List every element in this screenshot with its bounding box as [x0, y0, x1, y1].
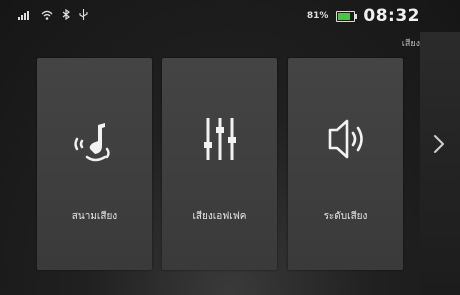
status-icons: [18, 8, 88, 23]
usb-icon: [79, 9, 88, 23]
wifi-icon: [41, 10, 53, 23]
speaker-icon: [288, 113, 403, 168]
menu-item-label: สนามเสียง: [71, 211, 118, 222]
battery-fill: [338, 12, 351, 20]
bluetooth-icon: [62, 8, 71, 23]
menu-item-volume[interactable]: ระดับเสียง: [288, 58, 403, 270]
sound-field-icon: [37, 113, 152, 168]
signal-icon: [18, 10, 32, 23]
battery-icon: [336, 10, 358, 22]
status-right: 81% 08:32: [307, 6, 420, 26]
menu-item-sound-effect[interactable]: เสียงเอฟเฟค: [162, 58, 277, 270]
screen-title: เสียง: [401, 39, 420, 49]
menu-item-label: เสียงเอฟเฟค: [192, 211, 247, 222]
battery-percent: 81%: [306, 11, 329, 21]
equalizer-icon: [162, 113, 277, 168]
status-bar: 81% 08:32: [0, 0, 460, 32]
menu-item-sound-field[interactable]: สนามเสียง: [37, 58, 152, 270]
menu-item-label: ระดับเสียง: [323, 211, 368, 222]
next-page-panel: [420, 32, 460, 295]
chevron-right-icon[interactable]: [432, 133, 446, 155]
clock: 08:32: [363, 6, 420, 26]
sound-menu-screen: 81% 08:32 เสียง สนามเสียง เสียงเอฟเฟค ระ…: [0, 0, 460, 295]
